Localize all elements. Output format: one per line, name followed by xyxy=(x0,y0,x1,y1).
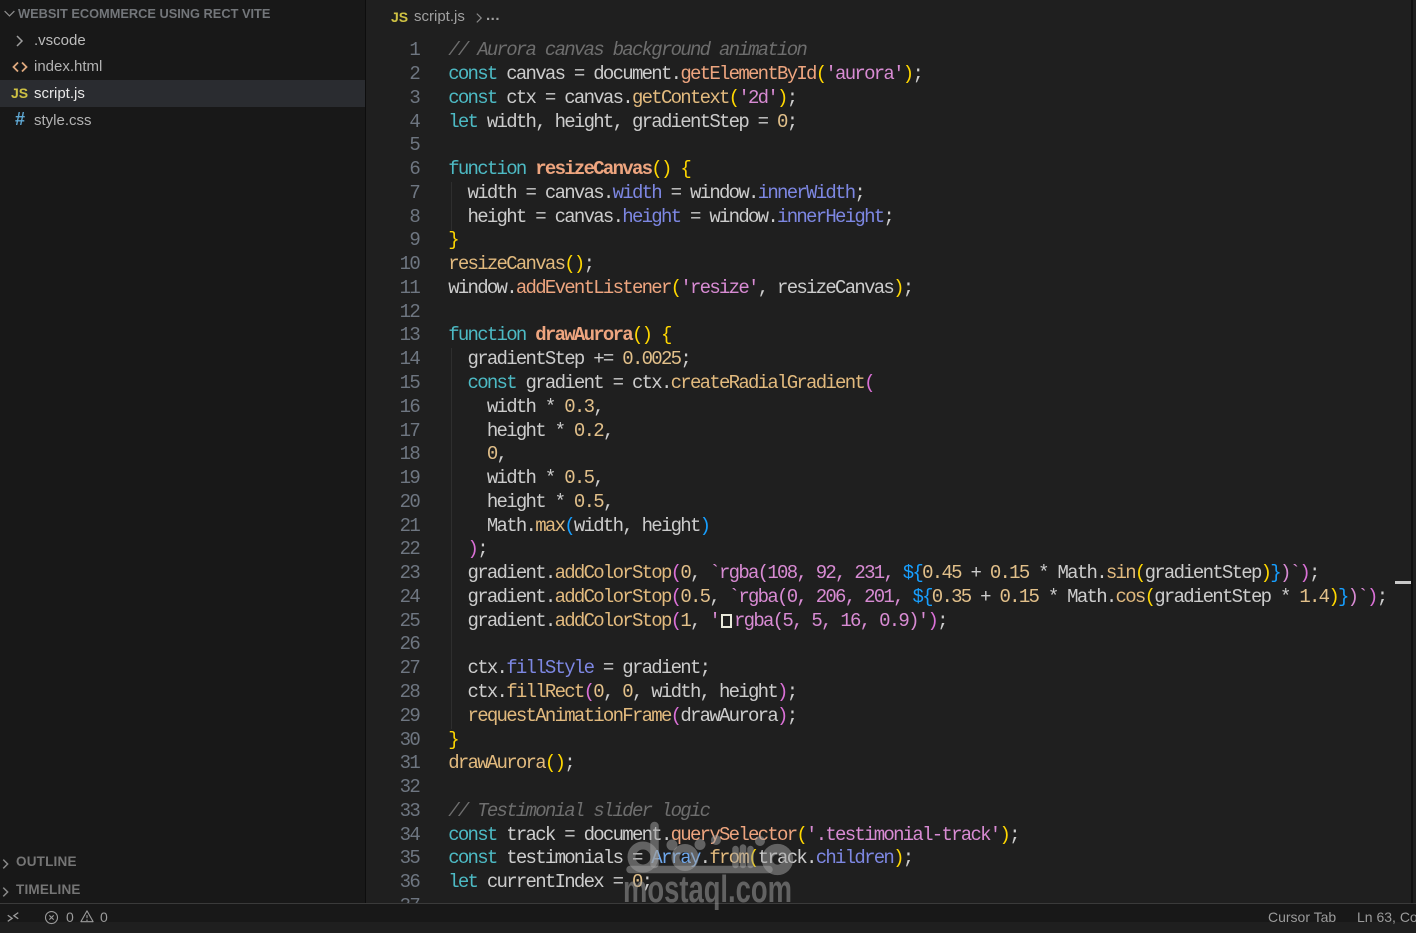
svg-text:mostaql.com: mostaql.com xyxy=(623,869,792,911)
